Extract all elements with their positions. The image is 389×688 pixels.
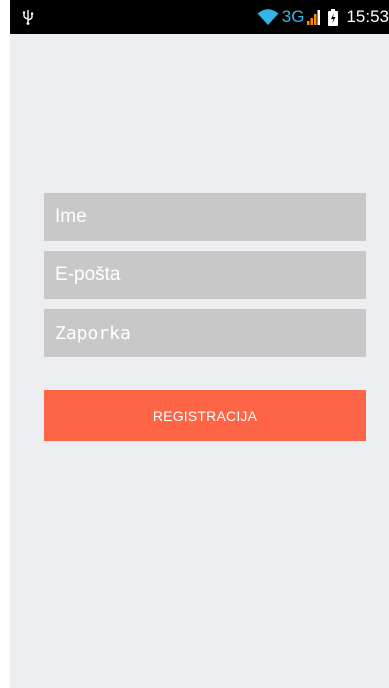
registration-screen: 3G 15:53 REGISTRACIJA <box>10 0 389 688</box>
name-input[interactable] <box>44 193 366 241</box>
wifi-icon <box>257 9 279 25</box>
battery-icon <box>328 8 339 26</box>
status-time: 15:53 <box>346 7 389 26</box>
signal-icon <box>307 10 321 25</box>
status-bar: 3G 15:53 <box>10 0 389 34</box>
email-input[interactable] <box>44 251 366 299</box>
password-input[interactable] <box>44 309 366 357</box>
usb-icon <box>22 10 34 25</box>
network-type-label: 3G <box>281 7 305 26</box>
register-button[interactable]: REGISTRACIJA <box>44 390 366 441</box>
status-icons: 3G 15:53 <box>257 7 389 27</box>
